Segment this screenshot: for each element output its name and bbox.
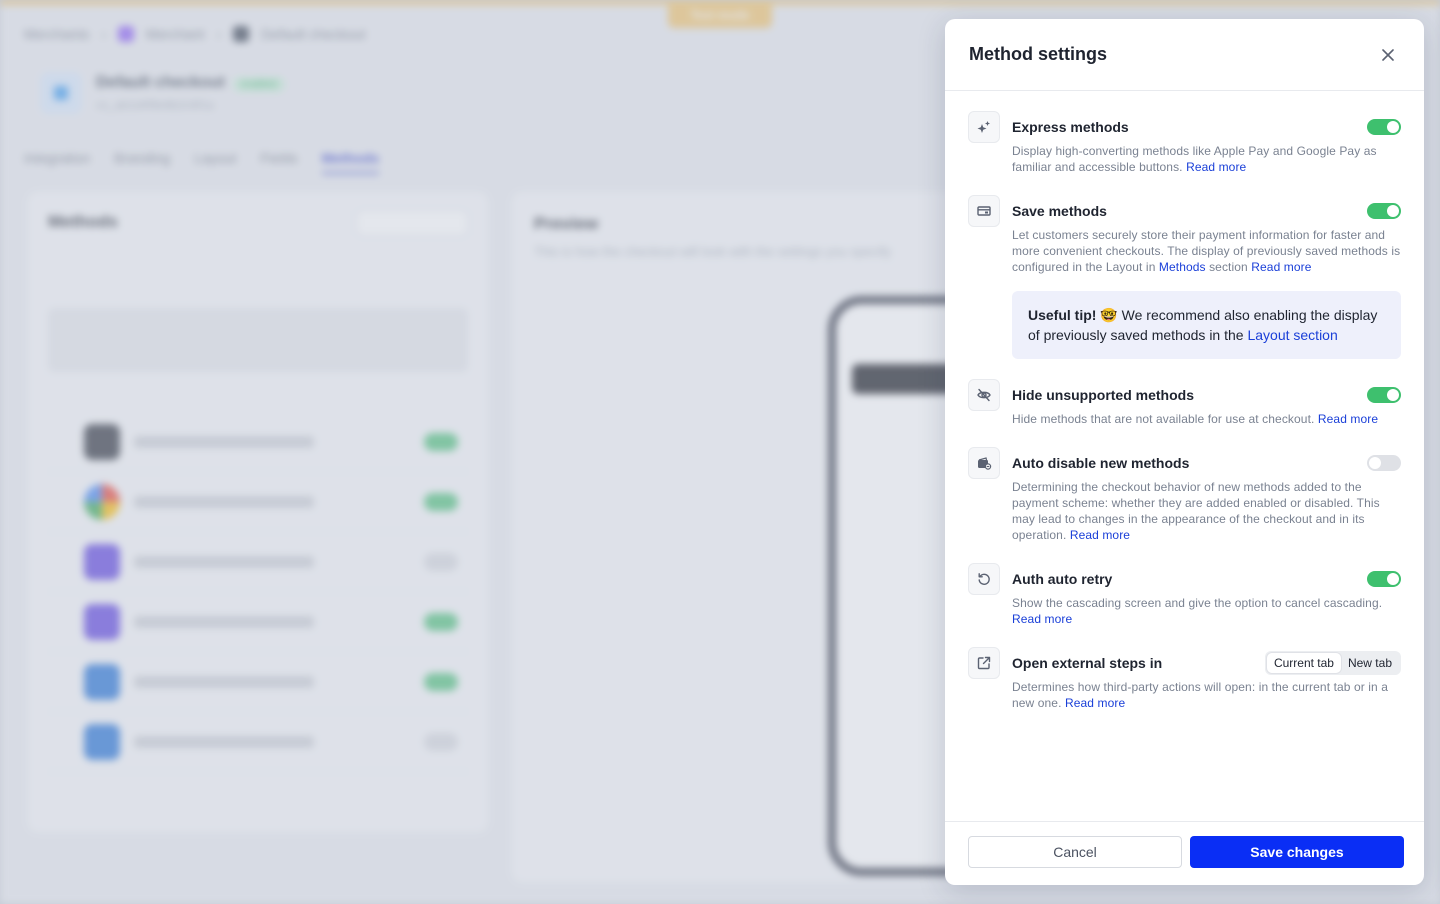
- cancel-button[interactable]: Cancel: [968, 836, 1182, 868]
- setting-title: Express methods: [1012, 119, 1129, 135]
- setting-description: Let customers securely store their payme…: [1012, 228, 1401, 274]
- card-stack-icon: [968, 195, 1000, 227]
- setting-description: Hide methods that are not available for …: [1012, 412, 1379, 426]
- read-more-link[interactable]: Read more: [1186, 160, 1246, 174]
- panel-footer: Cancel Save changes: [945, 821, 1424, 885]
- panel-header: Method settings: [945, 19, 1424, 91]
- eye-off-icon: [968, 379, 1000, 411]
- external-link-icon: [968, 647, 1000, 679]
- setting-auth-auto-retry: Auth auto retry Show the cascading scree…: [968, 563, 1401, 627]
- sparkle-icon: [968, 111, 1000, 143]
- setting-title: Auto disable new methods: [1012, 455, 1190, 471]
- setting-description: Show the cascading screen and give the o…: [1012, 596, 1383, 626]
- setting-title: Open external steps in: [1012, 655, 1163, 671]
- setting-title: Save methods: [1012, 203, 1107, 219]
- tip-label: Useful tip! 🤓: [1028, 307, 1118, 323]
- setting-hide-unsupported: Hide unsupported methods Hide methods th…: [968, 379, 1401, 427]
- option-current-tab[interactable]: Current tab: [1266, 653, 1341, 673]
- setting-auto-disable: Auto disable new methods Determining the…: [968, 447, 1401, 543]
- close-icon: [1382, 48, 1394, 61]
- setting-title: Hide unsupported methods: [1012, 387, 1194, 403]
- method-settings-panel: Method settings Express methods Display …: [945, 19, 1424, 885]
- express-methods-toggle[interactable]: [1367, 119, 1401, 135]
- open-external-segmented-control: Current tab New tab: [1264, 651, 1401, 675]
- read-more-link[interactable]: Read more: [1065, 696, 1125, 710]
- option-new-tab[interactable]: New tab: [1341, 653, 1399, 673]
- save-methods-toggle[interactable]: [1367, 203, 1401, 219]
- layout-section-link[interactable]: Layout section: [1247, 327, 1337, 343]
- read-more-link[interactable]: Read more: [1318, 412, 1378, 426]
- panel-body: Express methods Display high-converting …: [945, 91, 1424, 821]
- panel-title: Method settings: [969, 44, 1107, 64]
- close-button[interactable]: [1376, 43, 1400, 67]
- auto-disable-toggle[interactable]: [1367, 455, 1401, 471]
- methods-link[interactable]: Methods: [1159, 260, 1206, 274]
- auth-auto-retry-toggle[interactable]: [1367, 571, 1401, 587]
- save-changes-button[interactable]: Save changes: [1190, 836, 1404, 868]
- read-more-link[interactable]: Read more: [1251, 260, 1311, 274]
- setting-open-external-steps: Open external steps in Current tab New t…: [968, 647, 1401, 711]
- retry-icon: [968, 563, 1000, 595]
- setting-express-methods: Express methods Display high-converting …: [968, 111, 1401, 175]
- read-more-link[interactable]: Read more: [1012, 612, 1072, 626]
- setting-title: Auth auto retry: [1012, 571, 1113, 587]
- setting-save-methods: Save methods Let customers securely stor…: [968, 195, 1401, 359]
- setting-description: Determining the checkout behavior of new…: [1012, 480, 1380, 542]
- wallet-off-icon: [968, 447, 1000, 479]
- setting-description: Determines how third-party actions will …: [1012, 680, 1389, 710]
- useful-tip-callout: Useful tip! 🤓 We recommend also enabling…: [1012, 291, 1401, 359]
- setting-description: Display high-converting methods like App…: [1012, 144, 1377, 174]
- read-more-link[interactable]: Read more: [1070, 528, 1130, 542]
- hide-unsupported-toggle[interactable]: [1367, 387, 1401, 403]
